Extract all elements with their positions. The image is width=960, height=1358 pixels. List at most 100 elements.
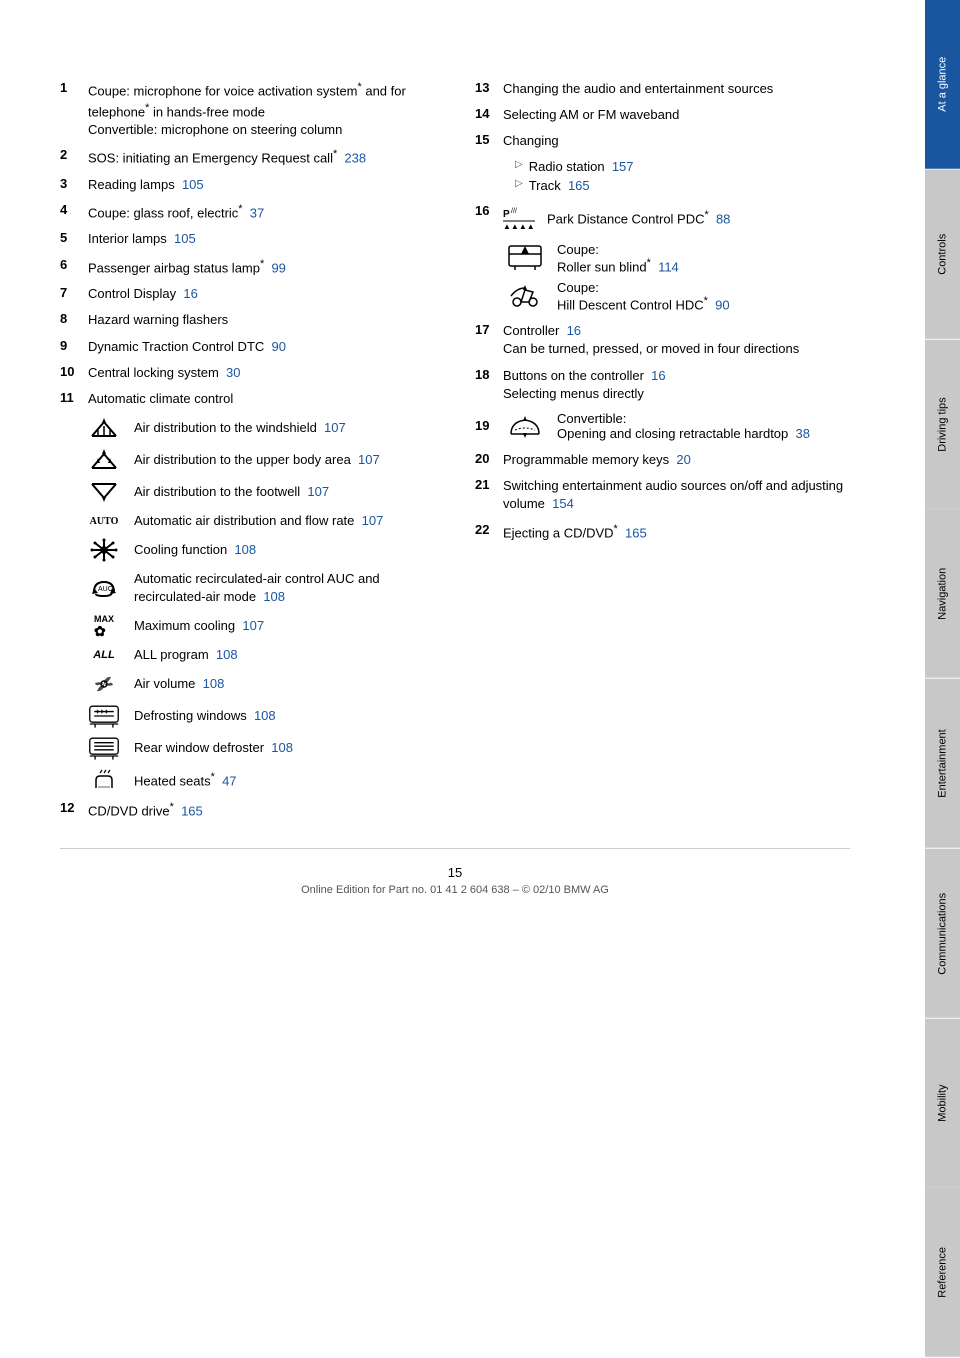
page-link[interactable]: 105 [174, 231, 196, 246]
list-item: 8 Hazard warning flashers [60, 311, 435, 329]
page-link[interactable]: 47 [222, 773, 236, 788]
sidebar-tab-at-a-glance[interactable]: At a glance [925, 0, 960, 170]
climate-text: Cooling function 108 [134, 541, 435, 559]
climate-row: Defrosting windows 108 [84, 704, 435, 728]
roller-blind-text: Coupe:Roller sun blind* 114 [557, 242, 679, 274]
page-link[interactable]: 38 [796, 426, 810, 441]
item-number: 21 [475, 477, 499, 492]
list-item: 12 CD/DVD drive* 165 [60, 800, 435, 821]
svg-text:P: P [503, 209, 510, 220]
list-item: 18 Buttons on the controller 16Selecting… [475, 367, 850, 403]
page-link[interactable]: 16 [651, 368, 665, 383]
page-link[interactable]: 107 [324, 420, 346, 435]
page-link[interactable]: 16 [183, 286, 197, 301]
item-text: Hazard warning flashers [88, 311, 435, 329]
svg-text:▲▲▲▲: ▲▲▲▲ [503, 222, 535, 231]
item-text: Automatic climate control [88, 390, 435, 408]
page-link[interactable]: 99 [271, 260, 285, 275]
page-link[interactable]: 107 [242, 618, 264, 633]
page-link[interactable]: 30 [226, 365, 240, 380]
page-link[interactable]: 108 [263, 589, 285, 604]
auto-icon: AUTO [84, 516, 124, 527]
climate-row: Air distribution to the upper body area … [84, 448, 435, 472]
page-link[interactable]: 105 [182, 177, 204, 192]
item-text: Interior lamps 105 [88, 230, 435, 248]
arrow-icon: ▷ [515, 178, 523, 189]
page-link[interactable]: 108 [203, 676, 225, 691]
roller-blind-block: Coupe:Roller sun blind* 114 [503, 242, 850, 274]
sidebar-tab-navigation[interactable]: Navigation [925, 509, 960, 679]
page-link[interactable]: 114 [658, 259, 679, 274]
item-number: 20 [475, 451, 499, 466]
rear-defrost-icon [84, 736, 124, 760]
item-number: 2 [60, 147, 84, 162]
sub-item: ▷ Track 165 [515, 178, 850, 193]
item-text: Programmable memory keys 20 [503, 451, 850, 469]
page-link[interactable]: 108 [234, 542, 256, 557]
sidebar-tab-communications[interactable]: Communications [925, 849, 960, 1019]
climate-text: Maximum cooling 107 [134, 617, 435, 635]
page-number: 15 [60, 865, 850, 880]
all-icon: ALL [84, 649, 124, 661]
page-link[interactable]: 37 [250, 205, 264, 220]
climate-text: Defrosting windows 108 [134, 707, 435, 725]
item-number: 19 [475, 418, 499, 433]
recirculate-icon: AUC [84, 576, 124, 600]
page-link[interactable]: 90 [272, 339, 286, 354]
sidebar-tab-driving-tips[interactable]: Driving tips [925, 340, 960, 510]
page-link[interactable]: 108 [271, 740, 293, 755]
page-link[interactable]: 20 [676, 452, 690, 467]
page-link[interactable]: 107 [358, 452, 380, 467]
climate-row: Air distribution to the windshield 107 [84, 416, 435, 440]
item-text: Reading lamps 105 [88, 176, 435, 194]
pdc-icon: P /// ▲▲▲▲ [503, 203, 539, 234]
list-item: 14 Selecting AM or FM waveband [475, 106, 850, 124]
item-text: Coupe: microphone for voice activation s… [88, 80, 435, 139]
item-text: Selecting AM or FM waveband [503, 106, 850, 124]
page-link[interactable]: 165 [181, 803, 203, 818]
page-link[interactable]: 165 [625, 525, 647, 540]
item-19-text: Convertible:Opening and closing retracta… [557, 411, 810, 441]
page-link[interactable]: 238 [344, 151, 366, 166]
item-text: Park Distance Control PDC* 88 [547, 208, 730, 229]
item-number: 7 [60, 285, 84, 300]
footer-text: Online Edition for Part no. 01 41 2 604 … [60, 884, 850, 896]
climate-text: Automatic recirculated-air control AUC a… [134, 570, 435, 606]
page-link[interactable]: 107 [307, 484, 329, 499]
sidebar-tab-entertainment[interactable]: Entertainment [925, 679, 960, 849]
climate-row: Cooling function 108 [84, 538, 435, 562]
page-link[interactable]: 108 [216, 647, 238, 662]
item-number: 6 [60, 257, 84, 272]
max-icon: MAX✿ [84, 615, 124, 638]
arrow-icon: ▷ [515, 159, 523, 170]
item-text: Switching entertainment audio sources on… [503, 477, 850, 513]
page-link[interactable]: 16 [567, 323, 581, 338]
sidebar-tab-mobility[interactable]: Mobility [925, 1019, 960, 1189]
page-link[interactable]: 154 [552, 496, 574, 511]
item-text: Dynamic Traction Control DTC 90 [88, 338, 435, 356]
list-item: 15 Changing [475, 132, 850, 150]
page-link[interactable]: 165 [568, 178, 590, 193]
roller-blind-icon [503, 244, 547, 272]
svg-text:AUC: AUC [98, 586, 113, 593]
all-label: ALL [93, 649, 114, 661]
item-number: 3 [60, 176, 84, 191]
hdc-icon [503, 282, 547, 310]
climate-row: Rear window defroster 108 [84, 736, 435, 760]
sidebar-tab-reference[interactable]: Reference [925, 1188, 960, 1358]
sub-item: ▷ Radio station 157 [515, 159, 850, 174]
climate-row: Air distribution to the footwell 107 [84, 480, 435, 504]
item-number: 14 [475, 106, 499, 121]
page-link[interactable]: 157 [612, 159, 634, 174]
cooling-icon [84, 538, 124, 562]
page-link[interactable]: 107 [362, 513, 384, 528]
page-link[interactable]: 108 [254, 708, 276, 723]
item-text: Control Display 16 [88, 285, 435, 303]
list-item: 11 Automatic climate control [60, 390, 435, 408]
item-19-block: 19 Convertible:Opening and closing retra… [475, 411, 850, 441]
list-item: 13 Changing the audio and entertainment … [475, 80, 850, 98]
heated-seats-icon [84, 768, 124, 792]
sidebar-tab-controls[interactable]: Controls [925, 170, 960, 340]
page-link[interactable]: 88 [716, 211, 730, 226]
page-link[interactable]: 90 [715, 297, 729, 312]
